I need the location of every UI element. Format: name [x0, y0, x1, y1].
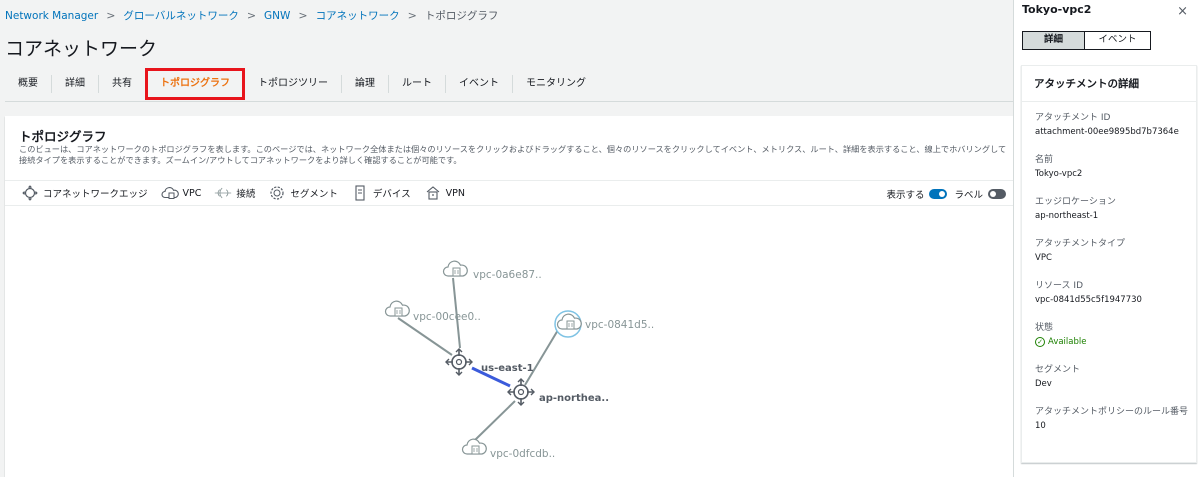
legend-vpc-label: VPC [182, 187, 202, 199]
breadcrumb-gnw[interactable]: GNW [264, 10, 290, 22]
device-icon [351, 185, 369, 201]
field-edge-location: エッジロケーション ap-northeast-1 [1035, 196, 1193, 221]
core-edge-icon [21, 185, 39, 201]
tab-logical[interactable]: 論理 [341, 74, 388, 93]
field-value: Dev [1035, 379, 1052, 389]
connection-icon [214, 185, 232, 201]
page-title: コアネットワーク [5, 38, 158, 60]
field-label: 状態 [1035, 323, 1054, 333]
legend-device-label: デバイス [372, 189, 411, 200]
legend-bar: コアネットワークエッジ VPC 接続 セグメント デバイス VPN 表示する ラ… [5, 180, 1013, 206]
breadcrumb-core-network[interactable]: コアネットワーク [316, 8, 400, 23]
tab-topology-graph[interactable]: トポロジグラフ [145, 67, 245, 100]
vpc-cloud-icon [161, 185, 179, 201]
show-toggle-label: 表示する [886, 190, 925, 201]
show-toggle[interactable] [929, 189, 948, 199]
link-vpc-0841d5[interactable] [524, 329, 559, 386]
field-value: ap-northeast-1 [1035, 211, 1099, 221]
tab-details[interactable]: 詳細 [51, 74, 98, 93]
vpc-node-0a6e87[interactable] [442, 260, 468, 277]
tab-monitoring[interactable]: モニタリング [512, 74, 599, 93]
field-policy-rule-number: アタッチメントポリシーのルール番号 10 [1035, 406, 1193, 431]
panel-description: このビューは、コアネットワークのトポロジグラフを表します。このページでは、ネット… [19, 144, 1007, 165]
field-resource-id: リソース ID vpc-0841d55c5f1947730 [1035, 280, 1193, 305]
field-label: セグメント [1035, 365, 1081, 375]
topology-graph-canvas[interactable]: us-east-1 ap-northea.. vpc-0a6e87.. vpc-… [5, 208, 1013, 477]
legend-vpn: VPN [424, 185, 465, 201]
legend-segment-label: セグメント [290, 189, 338, 200]
field-value: VPC [1035, 253, 1052, 263]
legend-core-edge: コアネットワークエッジ [21, 185, 148, 201]
vpc-node-0841d5-selected[interactable] [554, 310, 582, 338]
edge-label-ap-northeast: ap-northea.. [539, 393, 609, 404]
legend-vpc: VPC [161, 185, 202, 201]
field-label: アタッチメントポリシーのルール番号 [1035, 407, 1189, 417]
field-label: リソース ID [1035, 281, 1083, 291]
field-value: attachment-00ee9895bd7b7364e [1035, 127, 1179, 137]
breadcrumb: Network Manager > グローバルネットワーク > GNW > コア… [5, 8, 498, 23]
tab-routes[interactable]: ルート [388, 74, 445, 93]
field-label: エッジロケーション [1035, 197, 1116, 207]
chevron-right-icon: > [407, 9, 417, 22]
vpc-label-00cee0: vpc-00cee0.. [413, 311, 481, 323]
field-attachment-id: アタッチメント ID attachment-00ee9895bd7b7364e [1035, 112, 1193, 137]
legend-core-edge-label: コアネットワークエッジ [43, 189, 148, 200]
vpc-label-0841d5: vpc-0841d5.. [585, 319, 654, 331]
vpc-label-0a6e87: vpc-0a6e87.. [473, 269, 542, 281]
field-label: アタッチメント ID [1035, 113, 1111, 123]
label-toggle[interactable] [988, 189, 1006, 199]
chevron-right-icon: > [298, 9, 308, 22]
details-card-title: アタッチメントの詳細 [1022, 66, 1196, 102]
core-edge-node-ap-northeast[interactable] [507, 378, 535, 406]
toggle-knob [990, 191, 996, 197]
status-badge: ✓ Available [1035, 337, 1193, 347]
chevron-right-icon: > [106, 9, 116, 22]
field-segment: セグメント Dev [1035, 364, 1193, 389]
chevron-right-icon: > [246, 9, 257, 22]
tab-sharing[interactable]: 共有 [98, 74, 145, 93]
toggle-knob [939, 191, 946, 197]
link-vpc-00cee0[interactable] [397, 317, 453, 356]
legend-connection: 接続 [214, 185, 255, 201]
link-vpc-0dfcdb[interactable] [474, 400, 516, 441]
legend-device: デバイス [351, 185, 411, 201]
field-value: 10 [1035, 421, 1046, 431]
tab-overview[interactable]: 概要 [5, 75, 51, 93]
topology-graph-panel: トポロジグラフ このビューは、コアネットワークのトポロジグラフを表します。このペ… [5, 116, 1013, 477]
field-value: Tokyo-vpc2 [1035, 169, 1083, 179]
field-attachment-type: アタッチメントタイプ VPC [1035, 238, 1193, 263]
vpc-node-00cee0[interactable] [384, 300, 410, 317]
seg-details-button[interactable]: 詳細 [1023, 32, 1085, 49]
status-text: Available [1048, 337, 1087, 347]
close-icon[interactable]: × [1177, 4, 1188, 19]
breadcrumb-network-manager[interactable]: Network Manager [5, 10, 98, 22]
field-label: 名前 [1035, 155, 1054, 165]
side-panel-title: Tokyo-vpc2 [1022, 3, 1092, 16]
edge-label-us-east-1: us-east-1 [481, 363, 534, 374]
breadcrumb-global-network[interactable]: グローバルネットワーク [123, 8, 238, 23]
legend-segment: セグメント [268, 185, 338, 201]
breadcrumb-current: トポロジグラフ [424, 10, 499, 22]
segment-icon [268, 185, 286, 201]
panel-title: トポロジグラフ [19, 129, 107, 144]
field-name: 名前 Tokyo-vpc2 [1035, 154, 1193, 179]
attachment-side-panel: Tokyo-vpc2 × 詳細 イベント アタッチメントの詳細 アタッチメント … [1013, 0, 1200, 477]
side-segmented-control: 詳細 イベント [1022, 31, 1151, 50]
tab-events[interactable]: イベント [445, 74, 512, 93]
seg-events-button[interactable]: イベント [1085, 32, 1150, 49]
vpc-node-0dfcdb[interactable] [461, 438, 487, 455]
field-value: vpc-0841d55c5f1947730 [1035, 295, 1142, 305]
field-state: 状態 ✓ Available [1035, 322, 1193, 347]
vpn-icon [424, 185, 442, 201]
check-circle-icon: ✓ [1035, 337, 1045, 347]
legend-vpn-label: VPN [445, 187, 465, 199]
display-toggles: 表示する ラベル [886, 181, 1013, 207]
attachment-details-card: アタッチメントの詳細 アタッチメント ID attachment-00ee989… [1021, 65, 1197, 463]
legend-connection-label: 接続 [236, 189, 256, 200]
tab-topology-tree[interactable]: トポロジツリー [245, 75, 341, 93]
vpc-label-0dfcdb: vpc-0dfcdb.. [490, 448, 555, 460]
tab-bar: 概要 詳細 共有 トポロジグラフ トポロジツリー 論理 ルート イベント モニタ… [5, 66, 1013, 102]
field-label: アタッチメントタイプ [1035, 239, 1126, 249]
label-toggle-label: ラベル [954, 190, 983, 201]
